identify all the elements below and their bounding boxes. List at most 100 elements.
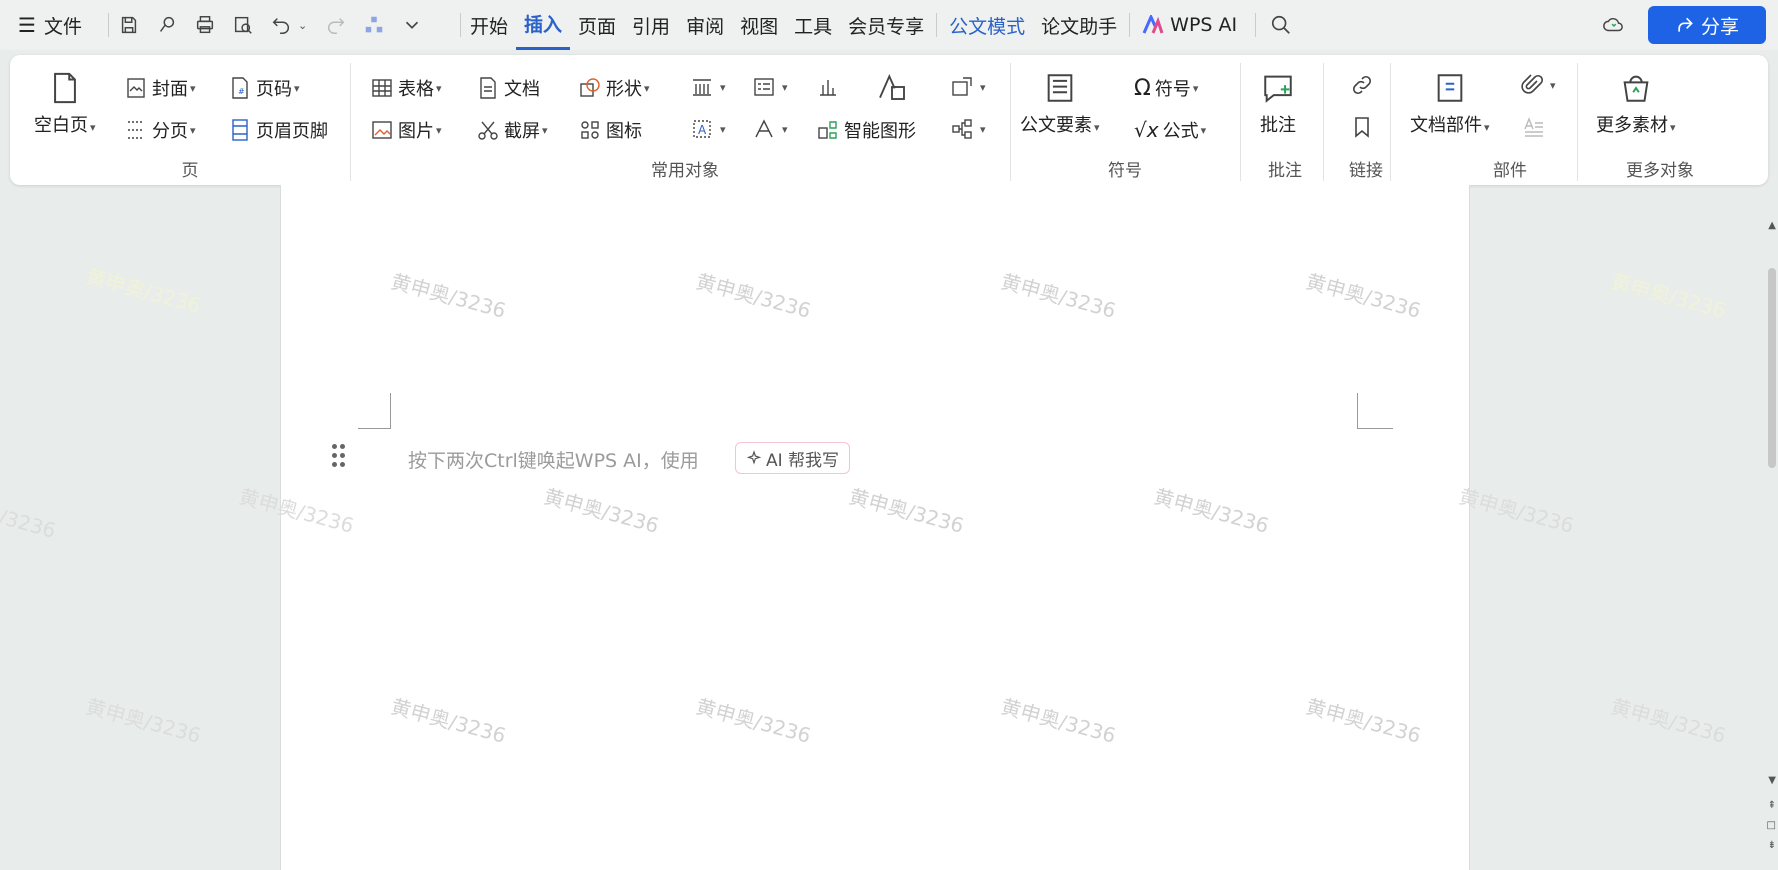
table-button[interactable]: 表格 ▾ <box>370 75 442 101</box>
textbox-button[interactable]: ▾ <box>690 75 726 99</box>
watermark: 黄申奥/3236 <box>1608 694 1729 748</box>
tab-official-mode[interactable]: 公文模式 <box>941 12 1033 39</box>
wordart-button[interactable]: ▾ <box>752 75 788 99</box>
svg-text:A: A <box>698 123 707 137</box>
link-icon <box>1352 75 1372 95</box>
comment-icon <box>1264 75 1292 103</box>
document-button[interactable]: 文档 <box>476 75 540 101</box>
search-icon[interactable] <box>1266 10 1296 40</box>
file-menu[interactable]: ☰ 文件 <box>18 0 82 50</box>
margin-marker <box>1357 393 1393 429</box>
undo-icon[interactable] <box>266 10 296 40</box>
smart-art-label: 智能图形 <box>844 121 916 142</box>
table-label: 表格 <box>398 79 434 100</box>
print-icon[interactable] <box>190 10 220 40</box>
page-number-button[interactable]: # 页码 ▾ <box>228 75 300 101</box>
cloud-sync-icon[interactable] <box>1598 10 1628 40</box>
screenshot-button[interactable]: 截屏 ▾ <box>476 117 548 143</box>
material-bag-icon <box>1623 75 1649 102</box>
textbox-icon <box>693 79 711 96</box>
tab-review[interactable]: 审阅 <box>678 12 732 39</box>
group-label-comment: 批注 <box>1268 161 1302 181</box>
document-label: 文档 <box>504 79 540 100</box>
cover-button[interactable]: 封面 ▾ <box>124 75 196 101</box>
insert-ribbon: 空白页 ▾ 封面 ▾ # 页码 ▾ 分页 ▾ 页眉页脚 页 表格 ▾ 文档 形状 ▾ ▾ ▾ <box>10 55 1768 185</box>
art-text-button[interactable]: ▾ <box>752 117 788 141</box>
picture-button[interactable]: 图片 ▾ <box>370 117 442 143</box>
watermark: 黄申奥/3236 <box>1456 484 1577 538</box>
group-label-symbol: 符号 <box>1108 161 1142 181</box>
drop-cap-button[interactable] <box>1522 115 1550 139</box>
scroll-down-icon[interactable]: ▼ <box>1768 775 1776 786</box>
page-break-button[interactable]: 分页 ▾ <box>124 117 196 143</box>
icon-button[interactable]: 图标 <box>578 117 642 143</box>
chart-button[interactable] <box>816 75 844 99</box>
group-label-parts: 部件 <box>1493 161 1527 181</box>
tab-wps-ai[interactable]: WPS AI <box>1134 0 1245 50</box>
more-shape-button[interactable]: ▾ <box>950 75 986 99</box>
chevron-down-icon[interactable]: ⌄ <box>298 19 307 32</box>
object-button[interactable] <box>876 71 912 103</box>
document-page[interactable] <box>280 185 1470 870</box>
print-preview-icon[interactable] <box>228 10 258 40</box>
blank-page-button[interactable]: 空白页 ▾ <box>34 71 96 137</box>
wps-ai-logo-icon <box>1142 15 1164 35</box>
divider <box>1129 13 1131 37</box>
watermark: 黄申奥/3236 <box>83 264 204 318</box>
svg-text:#: # <box>238 87 245 96</box>
bookmark-icon <box>1355 117 1369 138</box>
smart-art-button[interactable]: 智能图形 <box>816 117 916 143</box>
text-box-button[interactable]: A ▾ <box>690 117 726 141</box>
comment-button[interactable]: 批注 <box>1260 71 1296 137</box>
next-page-icon[interactable]: ⇟ <box>1768 840 1776 851</box>
workflow-icon[interactable] <box>359 10 389 40</box>
group-label-common: 常用对象 <box>651 161 719 181</box>
divider <box>1010 63 1011 181</box>
redo-icon[interactable] <box>321 10 351 40</box>
scroll-up-icon[interactable]: ▲ <box>1768 220 1776 231</box>
scrollbar-thumb[interactable] <box>1768 268 1776 468</box>
watermark: 黄申奥/3236 <box>0 489 59 543</box>
formula-button[interactable]: √x 公式 ▾ <box>1134 117 1206 143</box>
tab-view[interactable]: 视图 <box>732 12 786 39</box>
paperclip-icon <box>1521 74 1544 94</box>
prev-page-icon[interactable]: ⇞ <box>1768 800 1776 811</box>
shape-button[interactable]: 形状 ▾ <box>578 75 650 101</box>
tab-home[interactable]: 开始 <box>462 12 516 39</box>
save-icon[interactable] <box>114 10 144 40</box>
tab-references[interactable]: 引用 <box>624 12 678 39</box>
tab-page[interactable]: 页面 <box>570 12 624 39</box>
scissors-icon <box>478 121 498 140</box>
header-footer-button[interactable]: 页眉页脚 <box>228 117 328 143</box>
flowchart-button[interactable]: ▾ <box>950 117 986 141</box>
bookmark-button[interactable] <box>1350 115 1378 139</box>
object-icon <box>879 74 905 100</box>
screenshot-shape-icon <box>952 77 972 96</box>
hyperlink-button[interactable] <box>1350 73 1378 97</box>
group-label-link: 链接 <box>1349 161 1383 181</box>
more-material-button[interactable]: 更多素材 ▾ <box>1596 71 1676 137</box>
attachment-button[interactable]: ▾ <box>1520 73 1556 97</box>
select-browse-icon[interactable]: □ <box>1767 820 1776 831</box>
chevron-down-icon[interactable] <box>397 10 427 40</box>
tab-tools[interactable]: 工具 <box>786 12 840 39</box>
official-elements-button[interactable]: 公文要素 ▾ <box>1020 71 1100 137</box>
divider <box>1390 63 1391 181</box>
tab-wps-ai-label: WPS AI <box>1170 14 1238 36</box>
drag-handle-icon[interactable] <box>332 444 348 470</box>
cover-label: 封面 <box>152 79 188 100</box>
ai-write-button[interactable]: AI 帮我写 <box>735 442 850 474</box>
symbol-button[interactable]: Ω 符号 ▾ <box>1134 75 1198 101</box>
tab-thesis-assistant[interactable]: 论文助手 <box>1033 12 1125 39</box>
official-elements-label: 公文要素 <box>1020 115 1092 136</box>
tab-insert[interactable]: 插入 <box>516 0 571 50</box>
format-painter-icon[interactable] <box>152 10 182 40</box>
icon-label: 图标 <box>606 121 642 142</box>
divider <box>460 13 461 37</box>
tab-member[interactable]: 会员专享 <box>840 12 932 39</box>
sparkle-icon <box>746 450 762 466</box>
share-button[interactable]: 分享 <box>1648 6 1766 44</box>
ai-write-label: AI 帮我写 <box>765 450 840 471</box>
doc-parts-button[interactable]: 文档部件 ▾ <box>1410 71 1490 137</box>
vertical-scrollbar[interactable]: ▲ ▼ ⇞ □ ⇟ <box>1764 190 1778 870</box>
